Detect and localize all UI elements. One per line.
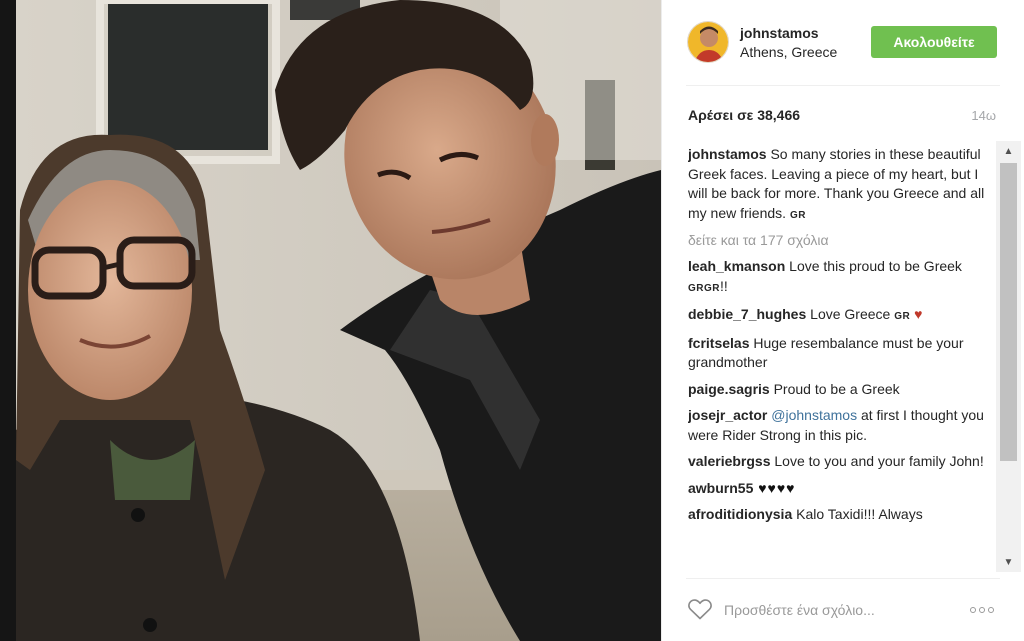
comment-mention[interactable]: @johnstamos <box>767 407 857 423</box>
timestamp[interactable]: 14ω <box>971 108 996 123</box>
comments-list[interactable]: johnstamos So many stories in these beau… <box>688 145 994 572</box>
comment-suffix: !! <box>720 277 728 294</box>
divider <box>686 85 1000 86</box>
comment-username[interactable]: awburn55 <box>688 480 753 496</box>
list-item: valeriebrgss Love to you and your family… <box>688 452 994 472</box>
caption: johnstamos So many stories in these beau… <box>688 145 994 225</box>
dot <box>970 607 976 613</box>
comment-username[interactable]: debbie_7_hughes <box>688 306 806 322</box>
comment-username[interactable]: paige.sagris <box>688 381 770 397</box>
comments-scrollbar[interactable]: ▲ ▼ <box>996 141 1021 572</box>
location[interactable]: Athens, Greece <box>740 44 837 60</box>
follow-button[interactable]: Ακολουθείτε <box>871 26 997 58</box>
dot <box>979 607 985 613</box>
comment-username[interactable]: fcritselas <box>688 335 749 351</box>
comment-text: Love this proud to be Greek <box>785 258 962 274</box>
load-more-comments-link[interactable]: δείτε και τα 177 σχόλια <box>688 231 994 249</box>
add-comment-input[interactable] <box>724 598 954 622</box>
username[interactable]: johnstamos <box>740 25 819 41</box>
scroll-up-arrow-icon[interactable]: ▲ <box>996 141 1021 161</box>
gr-flag-icon: GR <box>894 311 911 322</box>
list-item: awburn55 ♥♥♥♥ <box>688 479 994 499</box>
post-side-panel: johnstamos Athens, Greece Ακολουθείτε Αρ… <box>661 0 1024 641</box>
list-item: leah_kmanson Love this proud to be Greek… <box>688 257 994 298</box>
comment-username[interactable]: leah_kmanson <box>688 258 785 274</box>
comment-text: Love to you and your family John! <box>770 453 984 469</box>
avatar[interactable] <box>687 21 729 63</box>
comment-text: Proud to be a Greek <box>769 380 900 397</box>
gr-flag-icon: GR <box>789 209 806 221</box>
list-item: josejr_actor @johnstamos at first I thou… <box>688 406 994 445</box>
gr-flag-icon: GRGR <box>688 282 720 294</box>
dot <box>988 607 994 613</box>
divider <box>686 578 1000 579</box>
scrollbar-thumb[interactable] <box>1000 163 1017 461</box>
comment-username[interactable]: valeriebrgss <box>688 453 771 469</box>
comment-username[interactable]: afroditidionysia <box>688 506 792 522</box>
heart-outline-icon[interactable] <box>687 597 713 621</box>
comment-text: Love Greece <box>806 306 895 322</box>
likes-count[interactable]: Αρέσει σε 38,466 <box>688 107 800 123</box>
list-item: fcritselas Huge resembalance must be you… <box>688 334 994 373</box>
comment-text: Kalo Taxidi!!! Always <box>792 506 923 522</box>
hearts-icon: ♥♥♥♥ <box>753 479 796 496</box>
heart-icon: ♥ <box>914 306 923 322</box>
scroll-down-arrow-icon[interactable]: ▼ <box>996 552 1021 572</box>
more-options-icon[interactable] <box>967 600 997 620</box>
list-item: paige.sagris Proud to be a Greek <box>688 380 994 400</box>
list-item: afroditidionysia Kalo Taxidi!!! Always <box>688 505 994 525</box>
comment-username[interactable]: josejr_actor <box>688 407 767 423</box>
post-photo[interactable] <box>0 0 661 641</box>
post-header: johnstamos Athens, Greece Ακολουθείτε <box>662 0 1024 85</box>
list-item: debbie_7_hughes Love Greece GR ♥ <box>688 305 994 327</box>
comment-username[interactable]: johnstamos <box>688 146 767 162</box>
